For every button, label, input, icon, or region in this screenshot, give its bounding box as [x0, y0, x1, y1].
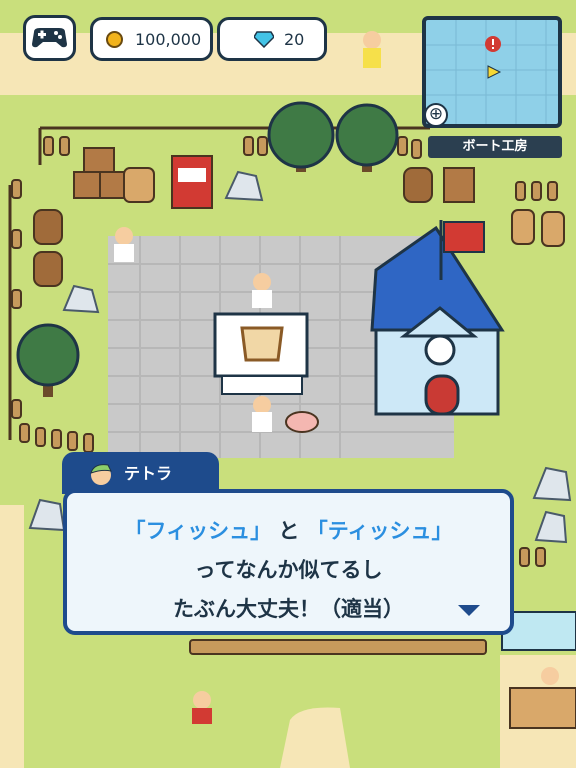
boat-sign: [213, 312, 309, 395]
dialog-line-3: たぶん大丈夫！（適当）: [173, 597, 404, 621]
bottom-sand-path: [0, 505, 24, 768]
coin-counter: 100,000: [90, 17, 213, 61]
vending-machine: [171, 155, 213, 209]
player-character: [252, 396, 272, 432]
diamond-icon: [254, 31, 274, 48]
dialog-box[interactable]: 「フィッシュ」 と 「ティッシュ」 ってなんか似てるし たぶん大丈夫！（適当）: [63, 489, 514, 635]
bottom-sand-path-2: [280, 707, 350, 768]
npc-red-hair: [114, 227, 134, 262]
coin-value: 100,000: [135, 30, 202, 49]
speaker-tab: テトラ: [62, 452, 219, 494]
npc-child: [363, 31, 381, 68]
speaker-name: テトラ: [124, 464, 173, 483]
dialog-quote-1: 「フィッシュ」: [124, 519, 272, 543]
bottom-fence: [189, 639, 487, 655]
gamepad-icon: [32, 28, 67, 48]
dialog-quote-2: 「ティッシュ」: [306, 519, 453, 543]
dialog-connector: と: [278, 519, 300, 543]
tree: [16, 323, 80, 397]
npc-green-hair-tetra: [252, 273, 272, 308]
pink-pig: [285, 411, 319, 433]
coin-icon: [106, 31, 123, 48]
tree: [335, 103, 399, 172]
player-arrow-icon: [487, 65, 502, 79]
dialog-line-1: 「フィッシュ」 と 「ティッシュ」: [67, 515, 510, 545]
speaker-avatar: [90, 464, 112, 485]
next-arrow-icon[interactable]: [458, 605, 480, 616]
gem-counter: 20: [217, 17, 327, 61]
map-location-label: ボート工房: [428, 136, 562, 158]
plus-icon: ⊕: [428, 104, 444, 124]
gem-value: 20: [284, 30, 305, 49]
zoom-in-button[interactable]: ⊕: [424, 103, 448, 127]
npc-pink-hair: [192, 691, 212, 724]
tree: [267, 101, 335, 172]
gamepad-button[interactable]: [23, 15, 76, 61]
dialog-line-2: ってなんか似てるし: [194, 558, 383, 582]
